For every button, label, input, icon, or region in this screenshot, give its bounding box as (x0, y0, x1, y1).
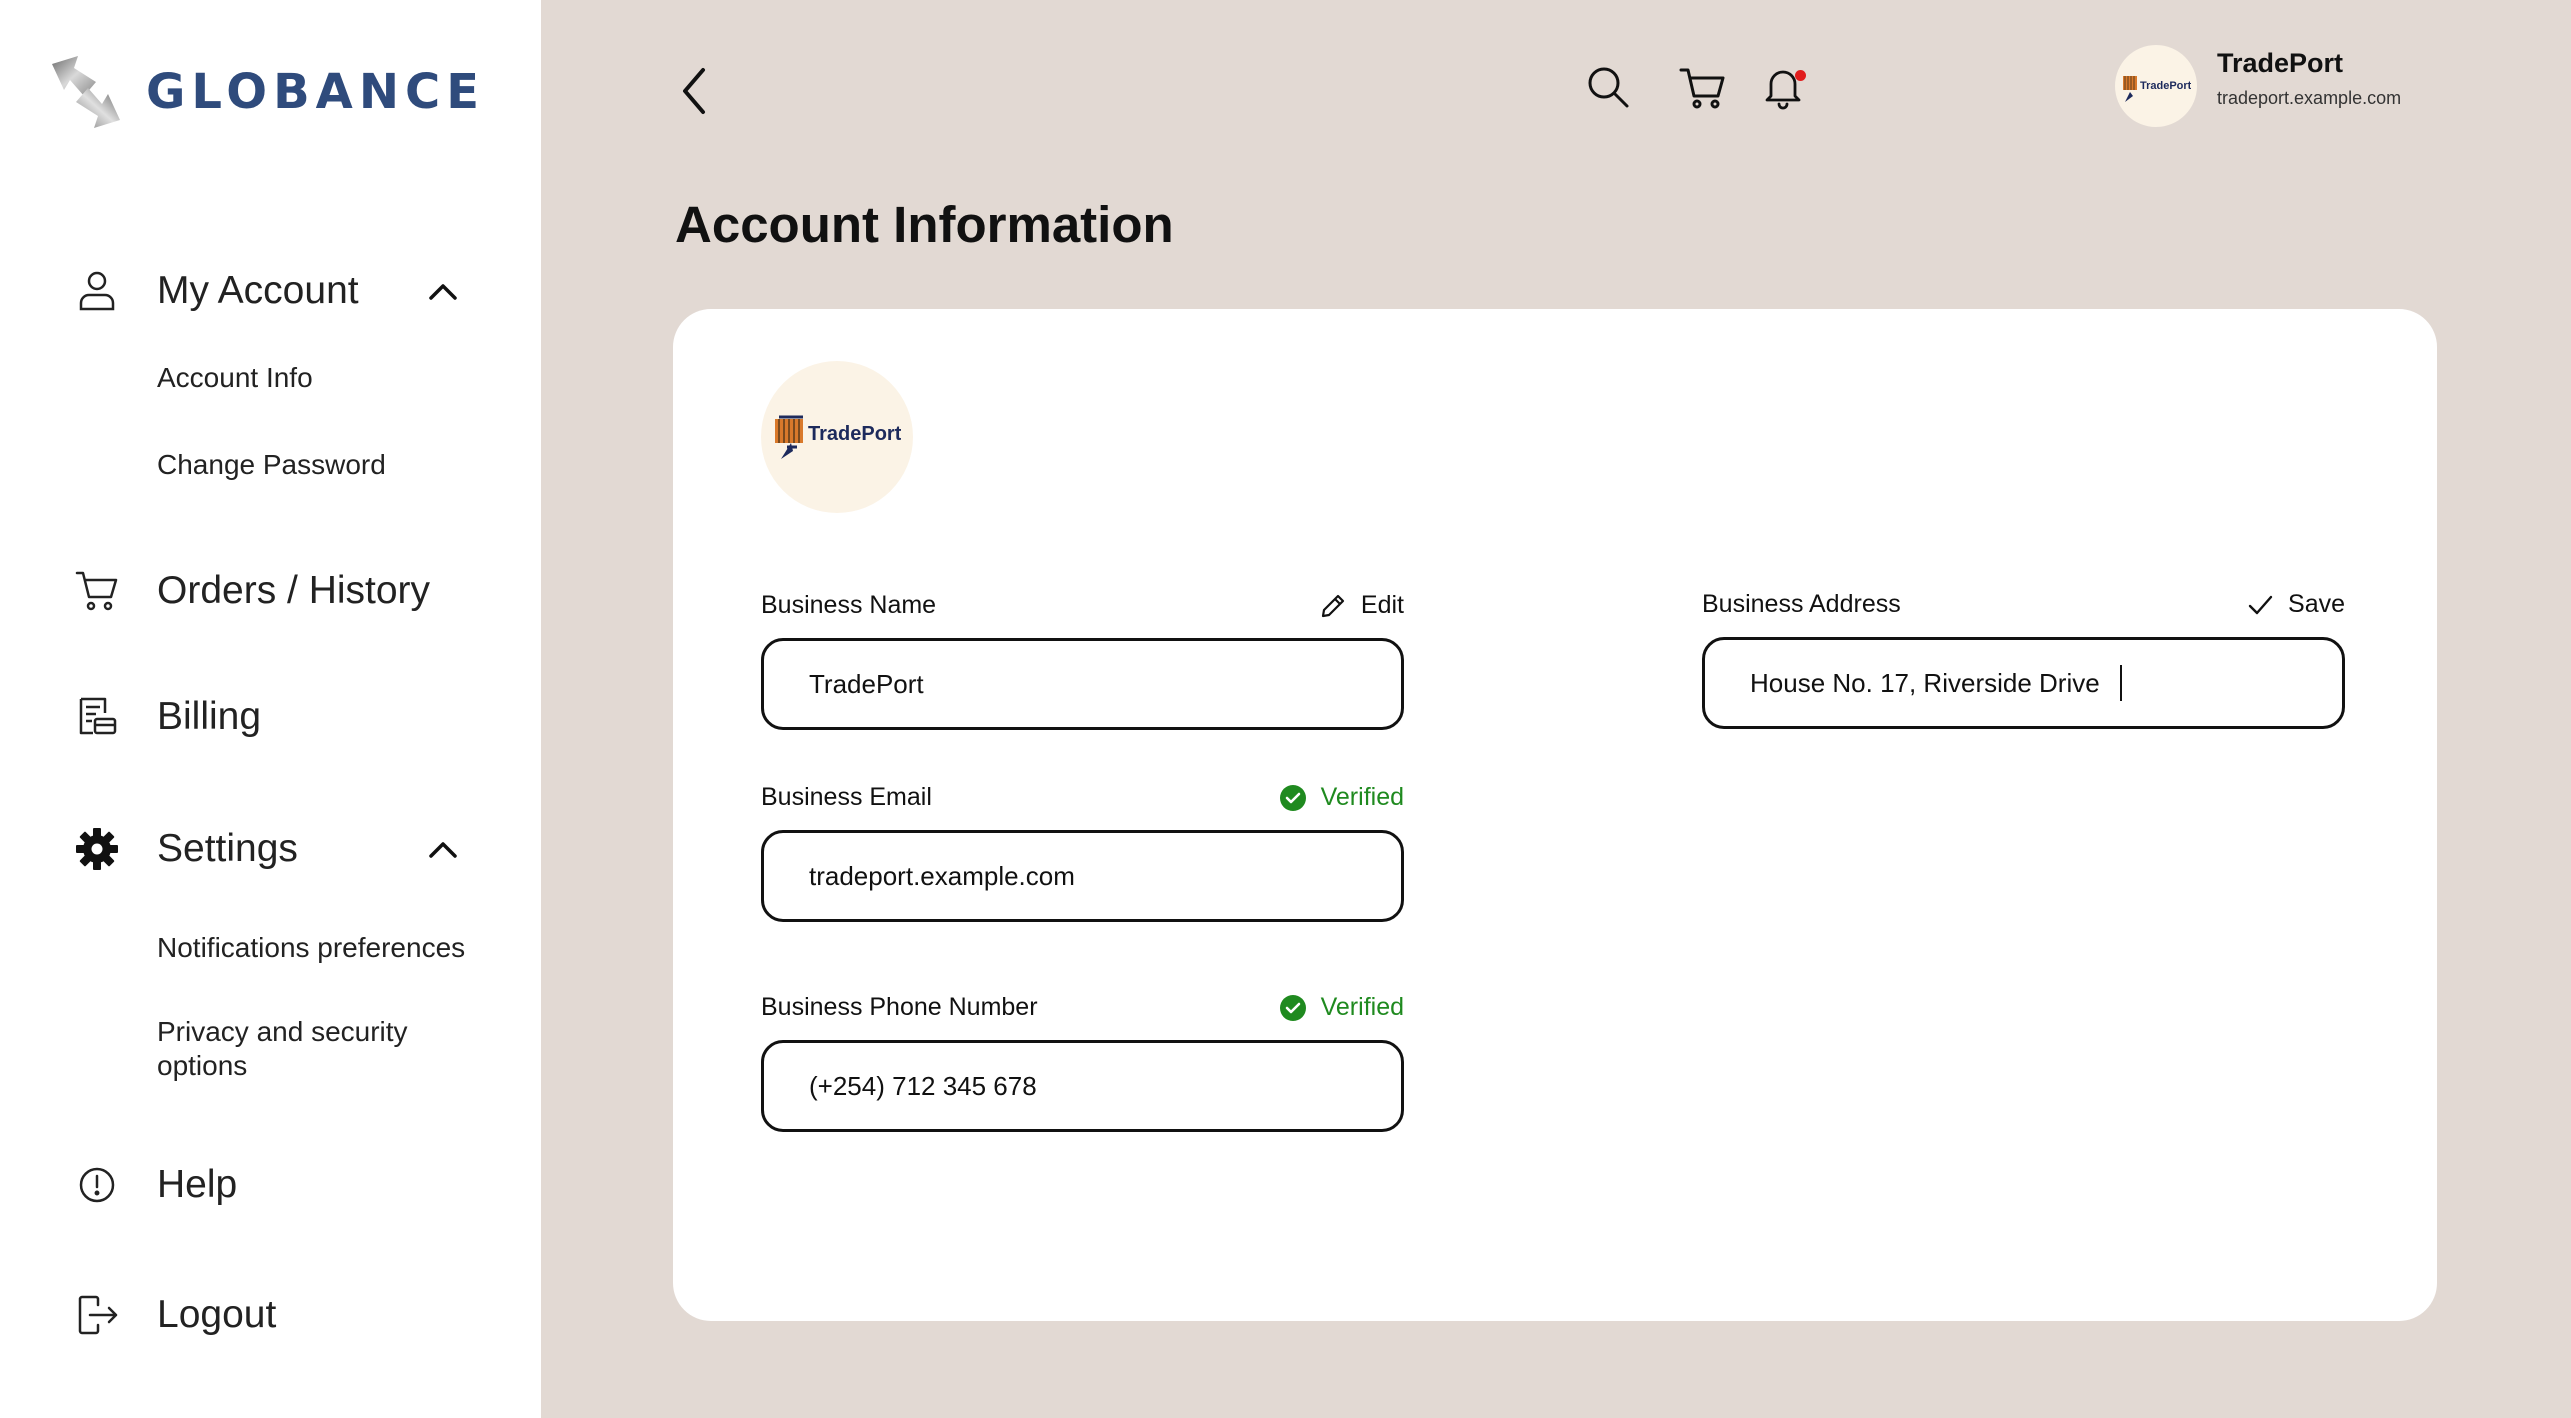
phone-verified-label: Verified (1320, 993, 1404, 1021)
profile-avatar[interactable]: TradePort (2115, 45, 2197, 127)
profile-name: TradePort (2217, 48, 2344, 78)
chevron-up-icon[interactable] (425, 832, 461, 868)
business-name-input[interactable]: TradePort (761, 638, 1404, 730)
sidebar-item-change-password[interactable]: Change Password (157, 448, 386, 482)
gear-icon (74, 826, 120, 872)
text-cursor (2119, 665, 2122, 701)
account-info-card: TradePort Business Name Edit TradePort B… (673, 309, 2437, 1321)
pencil-icon (1321, 594, 1345, 617)
business-email-input[interactable]: tradeport.example.com (761, 830, 1404, 922)
chevron-up-icon[interactable] (425, 274, 461, 310)
notification-dot (1795, 70, 1806, 81)
brand-logo[interactable]: GLOBANCE (44, 50, 485, 134)
user-icon (74, 268, 120, 314)
sidebar: GLOBANCE My Account Account Info Change … (0, 0, 541, 1418)
nav-billing[interactable]: Billing (74, 694, 261, 740)
check-icon (2248, 595, 2273, 614)
sidebar-item-privacy-security[interactable]: Privacy and security options (157, 1015, 457, 1083)
help-icon (74, 1162, 120, 1208)
sidebar-item-account-info[interactable]: Account Info (157, 361, 313, 395)
cart-icon (74, 568, 120, 614)
save-button[interactable]: Save (2246, 590, 2345, 619)
nav-help-label: Help (157, 1163, 238, 1206)
billing-icon (74, 694, 120, 740)
business-address-value: House No. 17, Riverside Drive (1750, 667, 2100, 698)
cart-icon[interactable] (1677, 62, 1727, 112)
edit-button[interactable]: Edit (1319, 591, 1404, 620)
tradeport-logo-text: TradePort (2140, 80, 2191, 92)
check-circle-icon (1279, 994, 1306, 1021)
back-arrow-icon[interactable] (673, 64, 717, 118)
nav-settings-label: Settings (157, 827, 298, 870)
business-email-label: Business Email (761, 783, 932, 811)
nav-my-account-label: My Account (157, 269, 359, 312)
business-address-label: Business Address (1702, 590, 1901, 618)
email-verified-label: Verified (1320, 783, 1404, 811)
nav-billing-label: Billing (157, 695, 262, 738)
nav-help[interactable]: Help (74, 1162, 237, 1208)
page-title: Account Information (675, 196, 1174, 253)
business-phone-input[interactable]: (+254) 712 345 678 (761, 1040, 1404, 1132)
tradeport-logo-text: TradePort (808, 423, 901, 445)
search-icon[interactable] (1583, 62, 1633, 112)
globance-logo-mark-icon (52, 56, 120, 128)
save-label: Save (2288, 590, 2345, 618)
brand-name: GLOBANCE (146, 64, 485, 120)
edit-label: Edit (1360, 591, 1404, 619)
nav-logout[interactable]: Logout (74, 1292, 276, 1338)
business-name-label: Business Name (761, 591, 937, 619)
company-logo[interactable]: TradePort (761, 361, 913, 513)
profile-url: tradeport.example.com (2217, 88, 2402, 108)
email-verified-badge: Verified (1279, 783, 1404, 812)
business-address-input[interactable]: House No. 17, Riverside Drive (1702, 637, 2345, 729)
phone-verified-badge: Verified (1279, 993, 1404, 1022)
tradeport-logo-icon: TradePort (2123, 76, 2191, 102)
nav-orders-label: Orders / History (157, 569, 431, 612)
nav-logout-label: Logout (157, 1293, 277, 1336)
business-phone-label: Business Phone Number (761, 993, 1038, 1021)
check-circle-icon (1279, 784, 1306, 811)
nav-settings[interactable]: Settings (74, 826, 298, 872)
logout-icon (74, 1292, 120, 1338)
tradeport-logo-icon: TradePort (775, 415, 901, 459)
nav-orders-history[interactable]: Orders / History (74, 568, 430, 614)
nav-my-account[interactable]: My Account (74, 268, 359, 314)
sidebar-item-notifications-preferences[interactable]: Notifications preferences (157, 931, 465, 965)
